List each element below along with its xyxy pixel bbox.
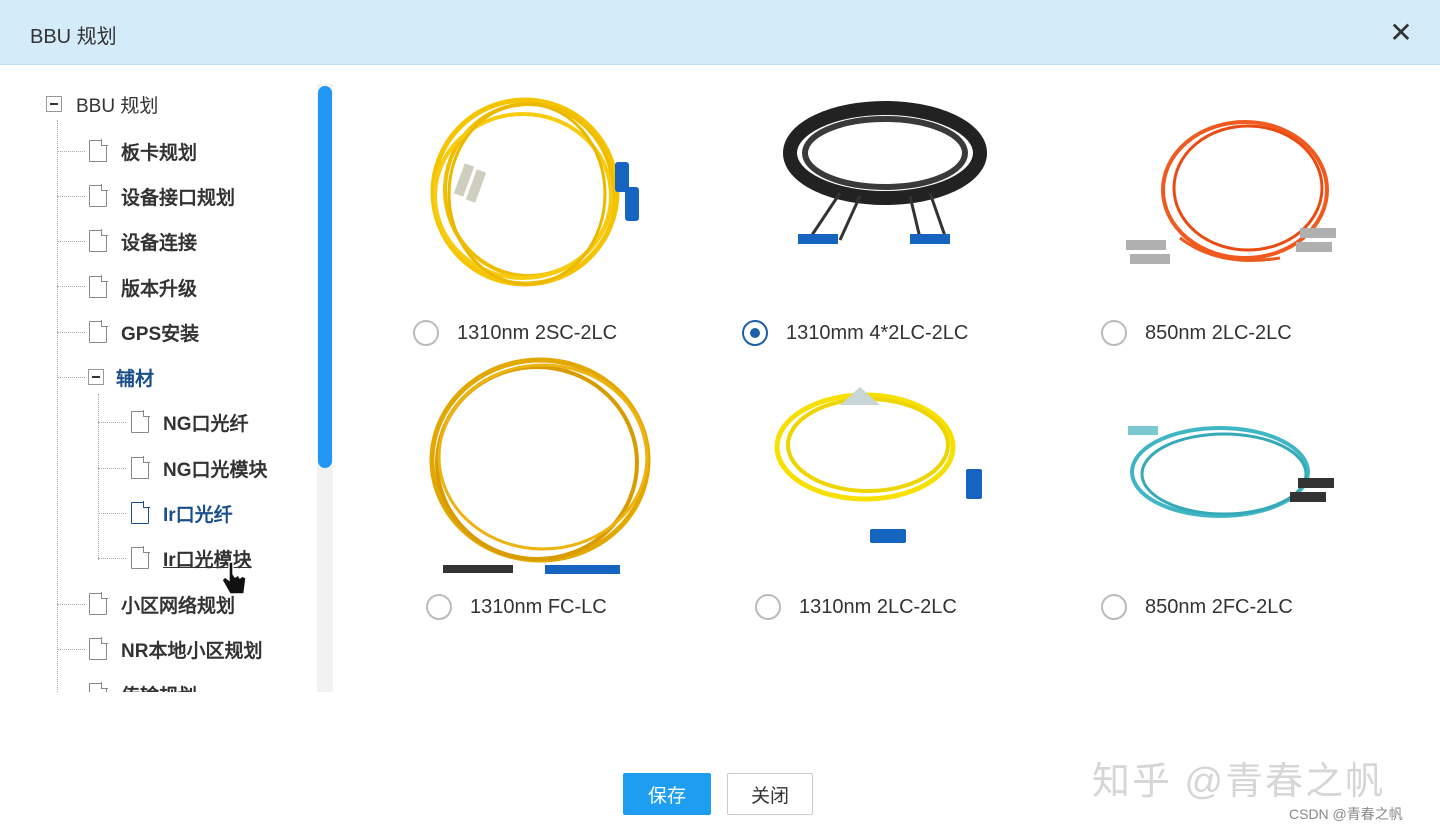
tree-item-accessories[interactable]: 辅材 xyxy=(88,361,154,393)
tree-item-label: 设备连接 xyxy=(121,232,198,254)
tree-item-label: 传输规划 xyxy=(121,681,197,693)
fiber-image-2lc-2lc xyxy=(770,385,995,555)
document-icon xyxy=(89,139,108,162)
fiber-image-fc-lc xyxy=(425,355,655,580)
tree-item-gps-install[interactable]: GPS安装 xyxy=(89,316,199,348)
fiber-option-1310-2sc-2lc[interactable]: 1310nm 2SC-2LC xyxy=(413,320,617,346)
radio-button[interactable] xyxy=(1101,594,1127,620)
tree-item-label: 版本升级 xyxy=(121,278,198,300)
tree-item-label: NG口光纤 xyxy=(163,413,249,435)
radio-button[interactable] xyxy=(1101,320,1127,346)
zhihu-watermark: 知乎 @青春之帆 xyxy=(1092,761,1386,803)
tree-item-label: 辅材 xyxy=(116,368,155,390)
fiber-option-1310-fc-lc[interactable]: 1310nm FC-LC xyxy=(426,594,607,620)
fiber-option-1310-2lc-2lc[interactable]: 1310nm 2LC-2LC xyxy=(755,594,957,620)
tree-connector xyxy=(98,513,126,514)
option-label: 850nm 2FC-2LC xyxy=(1145,595,1293,618)
tree-connector xyxy=(98,558,126,559)
tree-connector xyxy=(98,394,99,560)
document-icon xyxy=(89,682,108,692)
tree-connector xyxy=(57,241,85,242)
save-button[interactable]: 保存 xyxy=(623,773,711,815)
radio-button-selected[interactable] xyxy=(742,320,768,346)
csdn-watermark: CSDN @青春之帆 xyxy=(1289,806,1403,822)
tree-item-label: 小区网络规划 xyxy=(121,595,236,617)
tree-item-label: 板卡规划 xyxy=(121,142,198,164)
tree-item-label: 设备接口规划 xyxy=(121,187,236,209)
tree-root-label: BBU 规划 xyxy=(76,95,159,117)
tree-connector xyxy=(57,649,85,650)
orange-fiber-coil xyxy=(1126,120,1336,264)
planning-tree: BBU 规划 板卡规划 设备接口规划 设备连接 版本升级 GPS安装 辅材 NG… xyxy=(0,64,320,692)
document-icon xyxy=(131,456,150,479)
tree-item-device-connection[interactable]: 设备连接 xyxy=(89,225,197,257)
black-fiber-coil xyxy=(783,101,987,244)
aqua-fiber-coil xyxy=(1128,426,1334,518)
tree-item-ng-fiber[interactable]: NG口光纤 xyxy=(131,406,249,438)
close-icon[interactable]: ✕ xyxy=(1384,18,1418,48)
tree-item-device-interface-planning[interactable]: 设备接口规划 xyxy=(89,180,235,212)
document-icon xyxy=(89,637,108,660)
yellow-fiber-coil xyxy=(430,97,639,287)
fiber-image-sc-lc xyxy=(425,92,655,302)
document-icon xyxy=(89,275,108,298)
tree-connector xyxy=(57,377,85,378)
fiber-image-850-2fc xyxy=(1120,420,1345,535)
tree-item-transmission-planning[interactable]: 传输规划 xyxy=(89,678,197,692)
fiber-option-850-2fc-2lc[interactable]: 850nm 2FC-2LC xyxy=(1101,594,1293,620)
option-label: 1310nm 2SC-2LC xyxy=(457,321,618,344)
tree-item-label: Ir口光纤 xyxy=(163,504,233,526)
radio-button[interactable] xyxy=(413,320,439,346)
dialog-titlebar: BBU 规划 ✕ xyxy=(0,0,1440,65)
dialog-title: BBU 规划 xyxy=(30,26,117,48)
tree-item-label: NR本地小区规划 xyxy=(121,640,263,662)
tree-item-ng-optical-module[interactable]: NG口光模块 xyxy=(131,452,268,484)
tree-item-label: NG口光模块 xyxy=(163,459,268,481)
tree-scrollbar-thumb[interactable] xyxy=(318,86,332,468)
collapse-icon[interactable] xyxy=(88,369,104,385)
document-icon xyxy=(131,501,150,524)
document-icon xyxy=(131,546,150,569)
tree-item-nr-local-cell-planning[interactable]: NR本地小区规划 xyxy=(89,633,262,665)
hand-pointer-icon xyxy=(220,560,250,605)
tree-connector xyxy=(57,604,85,605)
yellow-fiber-coil-lc xyxy=(774,387,982,543)
tree-connector xyxy=(57,332,85,333)
fiber-option-850-2lc-2lc[interactable]: 850nm 2LC-2LC xyxy=(1101,320,1292,346)
tree-connector xyxy=(57,120,58,692)
tree-item-cell-network-planning[interactable]: 小区网络规划 xyxy=(89,588,235,620)
option-label: 850nm 2LC-2LC xyxy=(1145,321,1292,344)
fiber-option-1310-4x2lc-2lc[interactable]: 1310mm 4*2LC-2LC xyxy=(742,320,968,346)
bbu-planning-dialog: BBU 规划 ✕ BBU 规划 板卡规划 设备接口规划 设备连接 版本升级 GP… xyxy=(0,0,1440,831)
option-label: 1310mm 4*2LC-2LC xyxy=(786,321,969,344)
document-icon xyxy=(89,592,108,615)
document-icon xyxy=(131,410,150,433)
option-label: 1310nm FC-LC xyxy=(470,595,607,618)
document-icon xyxy=(89,320,108,343)
radio-button[interactable] xyxy=(755,594,781,620)
amber-fiber-coil xyxy=(429,357,651,574)
tree-connector xyxy=(57,196,85,197)
tree-connector xyxy=(98,422,126,423)
fiber-image-4x2lc xyxy=(780,98,990,258)
document-icon xyxy=(89,184,108,207)
tree-item-version-upgrade[interactable]: 版本升级 xyxy=(89,271,197,303)
tree-item-ir-fiber[interactable]: Ir口光纤 xyxy=(131,497,233,529)
tree-item-board-planning[interactable]: 板卡规划 xyxy=(89,135,197,167)
option-label: 1310nm 2LC-2LC xyxy=(799,595,957,618)
fiber-image-850-2lc xyxy=(1120,118,1340,278)
close-button[interactable]: 关闭 xyxy=(727,773,813,815)
tree-root-bbu[interactable]: BBU 规划 xyxy=(46,88,158,120)
document-icon xyxy=(89,229,108,252)
tree-connector xyxy=(57,286,85,287)
tree-connector xyxy=(98,468,126,469)
tree-item-label: GPS安装 xyxy=(121,323,200,345)
collapse-icon[interactable] xyxy=(46,96,62,112)
radio-button[interactable] xyxy=(426,594,452,620)
tree-connector xyxy=(57,151,85,152)
